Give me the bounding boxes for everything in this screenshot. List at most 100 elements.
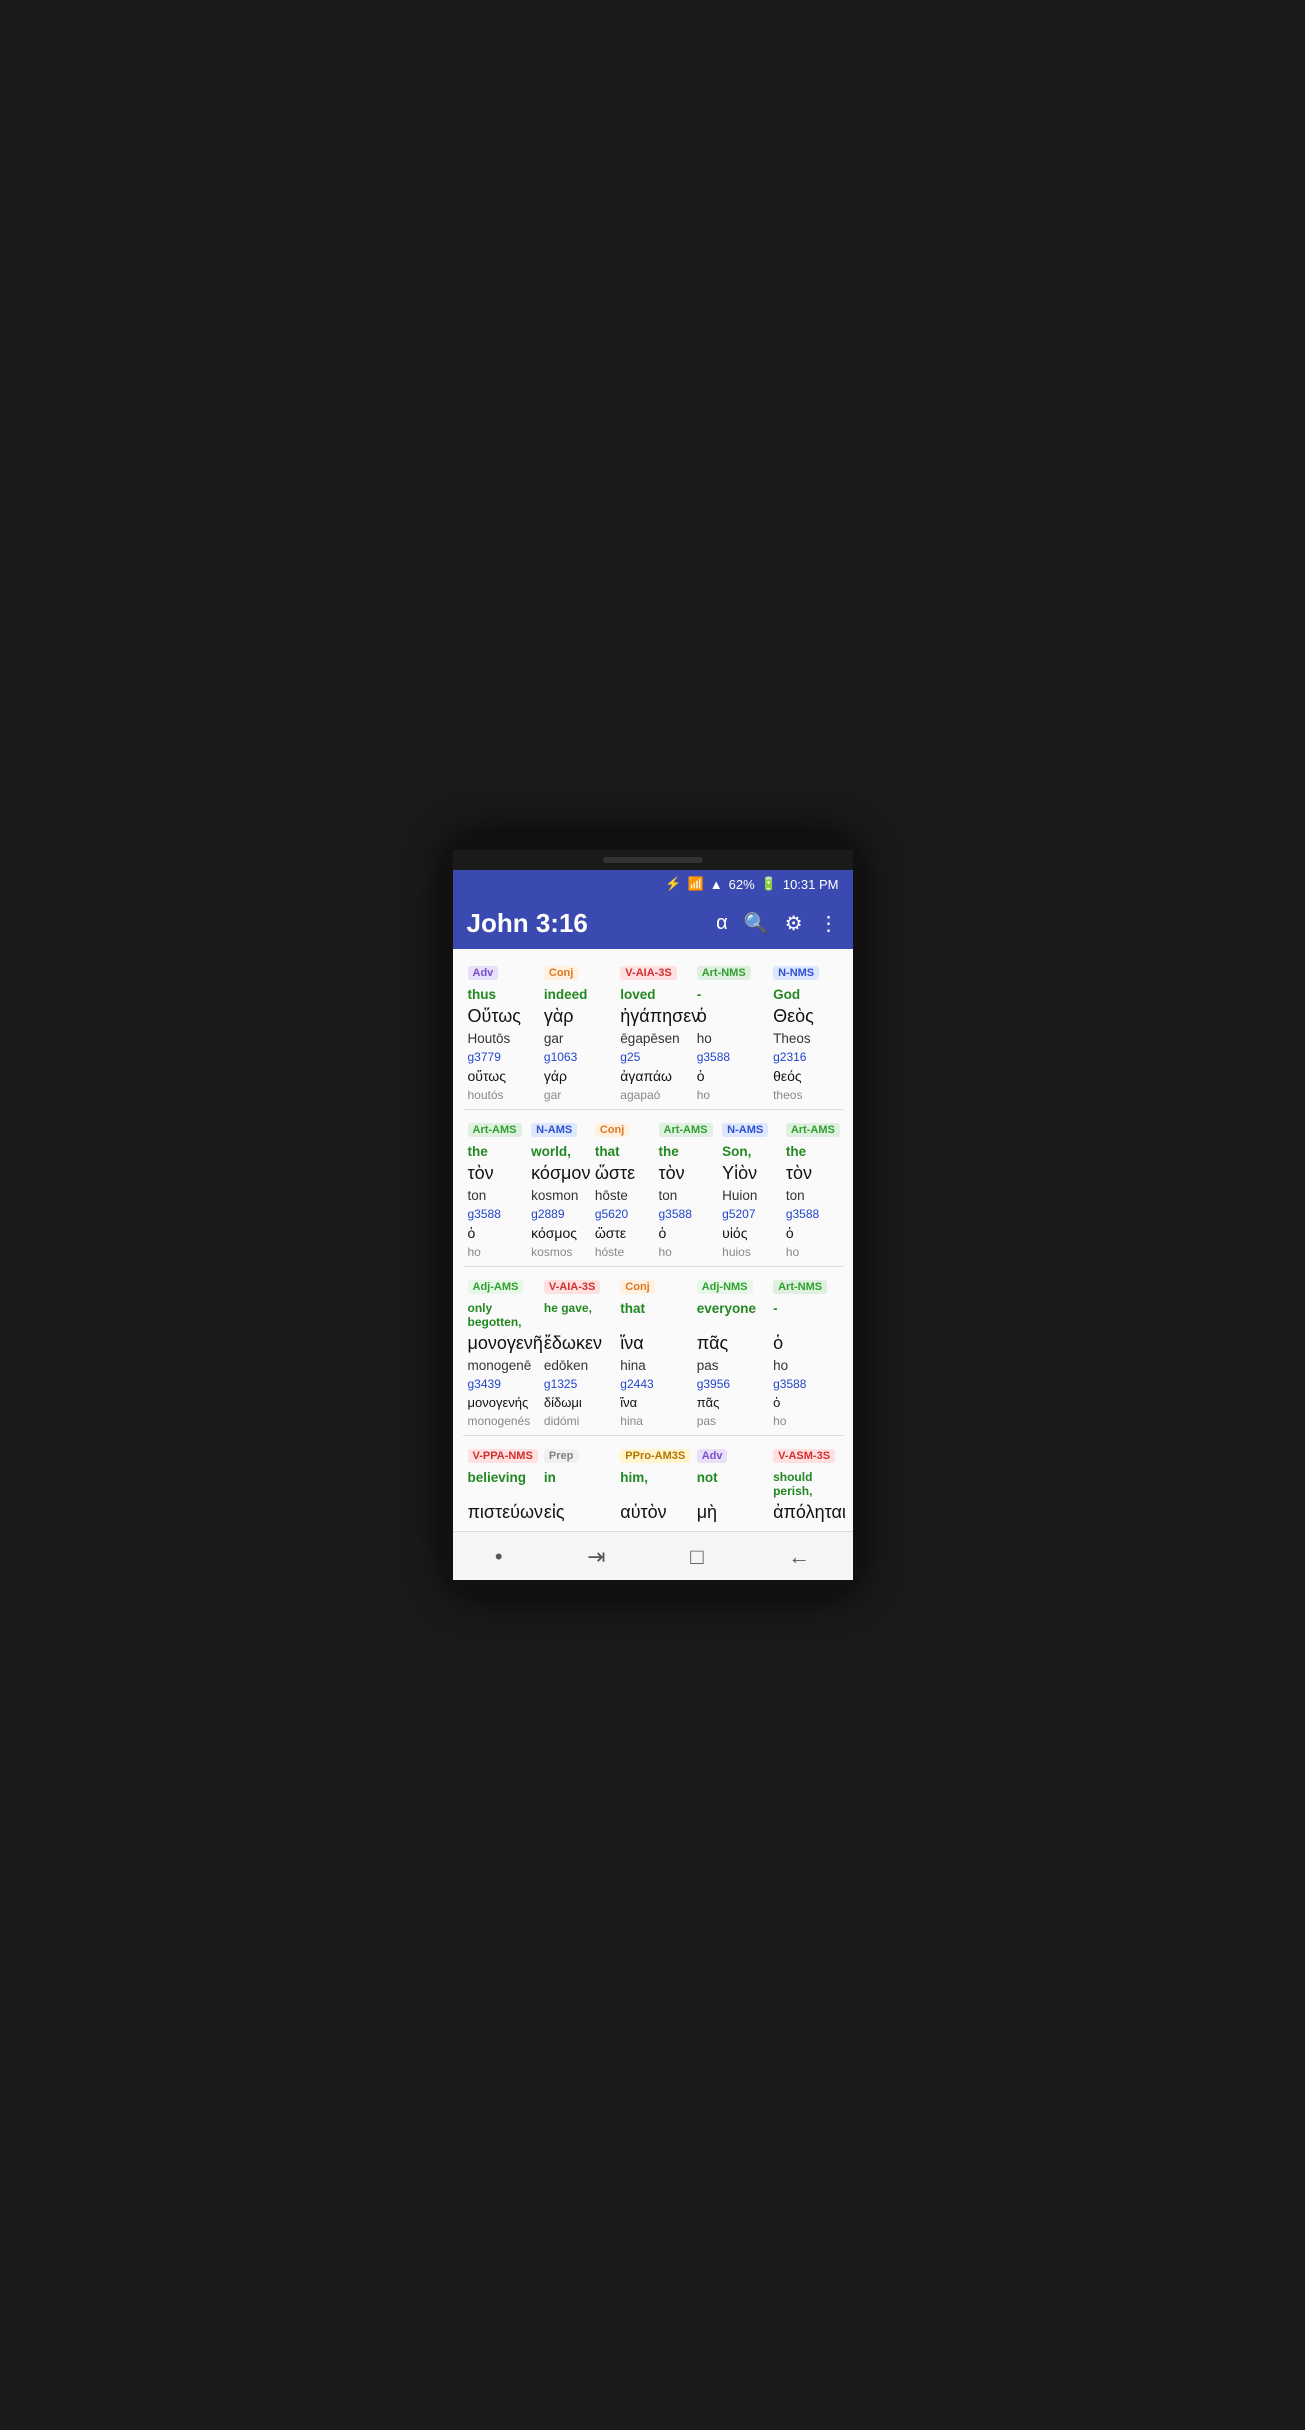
- tag-cell: V-AIA-3S: [615, 962, 689, 982]
- home-icon[interactable]: □: [690, 1544, 703, 1570]
- gloss-cell: him,: [615, 1469, 689, 1499]
- lexeme-cell: ἀγαπάω: [615, 1067, 689, 1085]
- strongs-cell: g25: [615, 1049, 689, 1065]
- translit-cell: Theos: [768, 1030, 842, 1047]
- gloss-cell: the: [463, 1143, 525, 1160]
- tag-cell: Prep: [539, 1445, 613, 1465]
- verse-section-4: V-PPA-NMS Prep PPro-AM3S Adv V-ASM-3S be…: [463, 1442, 843, 1525]
- pos-badge: V-AIA-3S: [620, 966, 676, 980]
- lex-translit-cell: gar: [539, 1087, 613, 1103]
- lex-translit-cell: ho: [781, 1244, 843, 1260]
- pos-badge: Art-NMS: [697, 966, 751, 980]
- toolbar: α 🔍 ⚙ ⋮: [716, 911, 838, 936]
- pos-badge: V-AIA-3S: [544, 1280, 600, 1294]
- pos-badge: N-AMS: [722, 1123, 768, 1137]
- greek-cell: ἠγάπησεν: [615, 1005, 689, 1028]
- phone-shell: ⚡ 📶 ▲ 62% 🔋 10:31 PM John 3:16 α 🔍 ⚙ ⋮ A…: [443, 832, 863, 1598]
- lex-translit-cell: didómi: [539, 1413, 613, 1429]
- lex-translit-cell: theos: [768, 1087, 842, 1103]
- lex-translit-cell: ho: [768, 1413, 842, 1429]
- tag-cell: Adj-AMS: [463, 1276, 537, 1296]
- strongs-cell: g1325: [539, 1376, 613, 1392]
- greek-cell: Υἱὸν: [717, 1162, 779, 1185]
- greek-cell: ἵνα: [615, 1332, 689, 1355]
- greek-cell: τὸν: [654, 1162, 716, 1185]
- strongs-cell: g3588: [463, 1206, 525, 1222]
- gloss-cell: that: [615, 1300, 689, 1330]
- lex-translit-cell: ho: [463, 1244, 525, 1260]
- lex-translit-cell: kosmos: [526, 1244, 588, 1260]
- gloss-cell: only begotten,: [463, 1300, 537, 1330]
- nav-bar: • ⇥ □ ←: [453, 1531, 853, 1580]
- tag-cell: PPro-AM3S: [615, 1445, 689, 1465]
- gloss-cell: the: [654, 1143, 716, 1160]
- gloss-cell: -: [692, 986, 766, 1003]
- lexeme-cell: ὁ: [463, 1224, 525, 1242]
- greek-cell: αὐτὸν: [615, 1501, 689, 1524]
- lex-translit-cell: ho: [692, 1087, 766, 1103]
- back-button[interactable]: ←: [788, 1544, 810, 1570]
- greek-cell: Θεὸς: [768, 1005, 842, 1028]
- gloss-cell: thus: [463, 986, 537, 1003]
- settings-icon[interactable]: ⚙: [785, 911, 803, 936]
- pos-badge: Prep: [544, 1449, 578, 1463]
- tag-cell: V-AIA-3S: [539, 1276, 613, 1296]
- lexeme-cell: ἵνα: [615, 1394, 689, 1411]
- lex-translit-cell: agapaó: [615, 1087, 689, 1103]
- translit-cell: hina: [615, 1357, 689, 1374]
- page-title: John 3:16: [467, 908, 707, 939]
- pos-badge: Adv: [697, 1449, 728, 1463]
- strongs-cell: g3439: [463, 1376, 537, 1392]
- notch: [603, 857, 703, 863]
- tag-cell: N-NMS: [768, 962, 842, 982]
- translit-cell: ton: [463, 1187, 525, 1204]
- gloss-cell: in: [539, 1469, 613, 1499]
- pos-badge: Conj: [595, 1123, 629, 1137]
- gloss-cell: not: [692, 1469, 766, 1499]
- strongs-cell: g5207: [717, 1206, 779, 1222]
- battery-icon: 🔋: [761, 876, 777, 892]
- home-button[interactable]: •: [495, 1544, 503, 1570]
- tag-cell: Art-AMS: [654, 1119, 716, 1139]
- pos-badge: Art-AMS: [659, 1123, 713, 1137]
- greek-cell: εἰς: [539, 1501, 613, 1524]
- gloss-cell: -: [768, 1300, 842, 1330]
- gloss-cell: he gave,: [539, 1300, 613, 1330]
- tag-cell: Art-NMS: [768, 1276, 842, 1296]
- wifi-icon: 📶: [688, 876, 704, 892]
- greek-cell: ὥστε: [590, 1162, 652, 1185]
- lex-translit-cell: pas: [692, 1413, 766, 1429]
- greek-cell: Οὕτως: [463, 1005, 537, 1028]
- lexeme-cell: γάρ: [539, 1067, 613, 1085]
- translit-cell: ēgapēsen: [615, 1030, 689, 1047]
- translit-cell: ho: [768, 1357, 842, 1374]
- search-icon[interactable]: 🔍: [744, 911, 769, 936]
- recent-button[interactable]: ⇥: [587, 1544, 605, 1570]
- alpha-button[interactable]: α: [716, 912, 728, 935]
- greek-cell: μονογενῆ: [463, 1332, 537, 1355]
- more-icon[interactable]: ⋮: [819, 911, 839, 936]
- greek-cell: τὸν: [781, 1162, 843, 1185]
- verse-section-3: Adj-AMS V-AIA-3S Conj Adj-NMS Art-NMS on…: [463, 1273, 843, 1436]
- translit-cell: ho: [692, 1030, 766, 1047]
- lexeme-cell: ὥστε: [590, 1224, 652, 1242]
- gloss-cell: loved: [615, 986, 689, 1003]
- greek-cell: μὴ: [692, 1501, 766, 1524]
- lex-translit-cell: ho: [654, 1244, 716, 1260]
- gloss-cell: indeed: [539, 986, 613, 1003]
- content-area: Adv Conj V-AIA-3S Art-NMS N-NMS thus ind…: [453, 949, 853, 1531]
- signal-icon: ▲: [710, 877, 723, 892]
- lexeme-cell: κόσμος: [526, 1224, 588, 1242]
- translit-cell: monogenē: [463, 1357, 537, 1374]
- gloss-cell: should perish,: [768, 1469, 842, 1499]
- translit-cell: Huion: [717, 1187, 779, 1204]
- lexeme-cell: υἱός: [717, 1224, 779, 1242]
- tag-cell: Art-AMS: [781, 1119, 843, 1139]
- tag-cell: Conj: [615, 1276, 689, 1296]
- gloss-cell: Son,: [717, 1143, 779, 1160]
- lexeme-cell: μονογενής: [463, 1394, 537, 1411]
- strongs-cell: g3588: [654, 1206, 716, 1222]
- time: 10:31 PM: [783, 877, 839, 892]
- lexeme-cell: θεός: [768, 1067, 842, 1085]
- greek-cell: ἀπόληται: [768, 1501, 842, 1524]
